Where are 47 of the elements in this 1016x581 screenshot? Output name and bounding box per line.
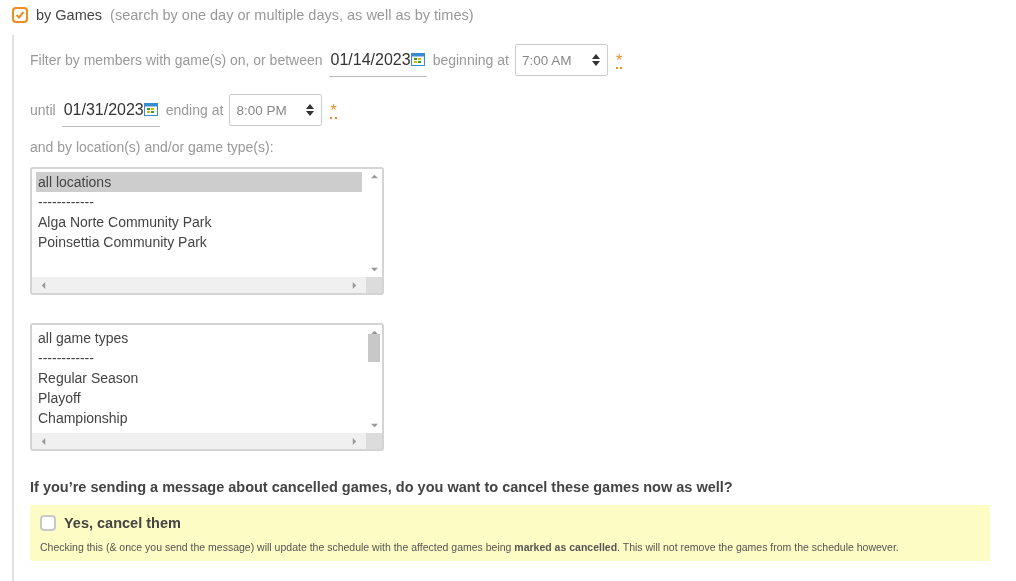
time-label: ending at [165, 102, 224, 118]
scrollbar-corner [366, 277, 382, 293]
list-box[interactable]: all locations ------------ Alga Norte Community Park Poinsettia Community Park [30, 167, 384, 295]
scroll-right-icon[interactable] [351, 281, 358, 289]
scroll-up-icon[interactable] [370, 329, 378, 336]
horizontal-scrollbar[interactable] [32, 277, 366, 293]
scroll-left-icon[interactable] [40, 281, 47, 289]
scrollbar-corner [366, 433, 382, 449]
list-option[interactable]: ------------ [36, 192, 362, 212]
scroll-down-icon[interactable] [370, 422, 378, 429]
scroll-up-icon[interactable] [370, 173, 378, 180]
time-label: beginning at [432, 52, 509, 68]
list-option[interactable]: Alga Norte Community Park [36, 212, 362, 232]
list-option[interactable]: ------------ [36, 348, 362, 368]
sort-icon [590, 53, 601, 67]
scroll-down-icon[interactable] [370, 266, 378, 273]
scrollbar-thumb[interactable] [368, 334, 380, 362]
list-option[interactable]: Poinsettia Community Park [36, 232, 362, 252]
time-select[interactable]: 7:00 AM [514, 44, 608, 76]
list-option[interactable]: all game types [36, 328, 362, 348]
list-option[interactable]: Playoff [36, 388, 362, 408]
required-mark: * [330, 101, 337, 119]
date-field[interactable]: 01/31/2023 [61, 93, 160, 127]
games-filter-label: by Games [36, 7, 103, 23]
calendar-icon[interactable] [410, 53, 425, 66]
horizontal-scrollbar[interactable] [32, 433, 366, 449]
date-field[interactable]: 01/14/2023 [328, 43, 427, 77]
check-icon [15, 10, 25, 20]
time-select[interactable]: 8:00 PM [229, 94, 323, 126]
list-option[interactable]: Championship [36, 408, 362, 428]
games-checkbox[interactable] [12, 7, 28, 23]
cancel-note: Checking this (& once you send the message) will update the schedule with the affected games being marked as cancelled. This will not remove the games from the schedule however. [40, 541, 900, 553]
scroll-right-icon[interactable] [351, 437, 358, 445]
required-mark: * [615, 51, 623, 69]
list-box[interactable]: all game types ------------ Regular Season Playoff Championship [30, 323, 384, 451]
cancel-checkbox[interactable] [40, 515, 56, 531]
scroll-left-icon[interactable] [40, 437, 47, 445]
cancel-label: Yes, cancel them [64, 515, 181, 531]
filter-label: until [30, 102, 56, 118]
games-filter-hint: (search by one day or multiple days, as well as by times) [110, 7, 474, 23]
lists-label: and by location(s) and/or game type(s): [30, 139, 275, 155]
filter-label: Filter by members with game(s) on, or between [30, 52, 323, 68]
list-option[interactable]: Regular Season [36, 368, 362, 388]
list-option[interactable]: all locations [36, 172, 362, 192]
cancel-question: If you’re sending a message about cancelled games, do you want to cancel these games now as well? [30, 479, 734, 495]
calendar-icon[interactable] [143, 103, 158, 116]
sort-icon [305, 103, 316, 117]
